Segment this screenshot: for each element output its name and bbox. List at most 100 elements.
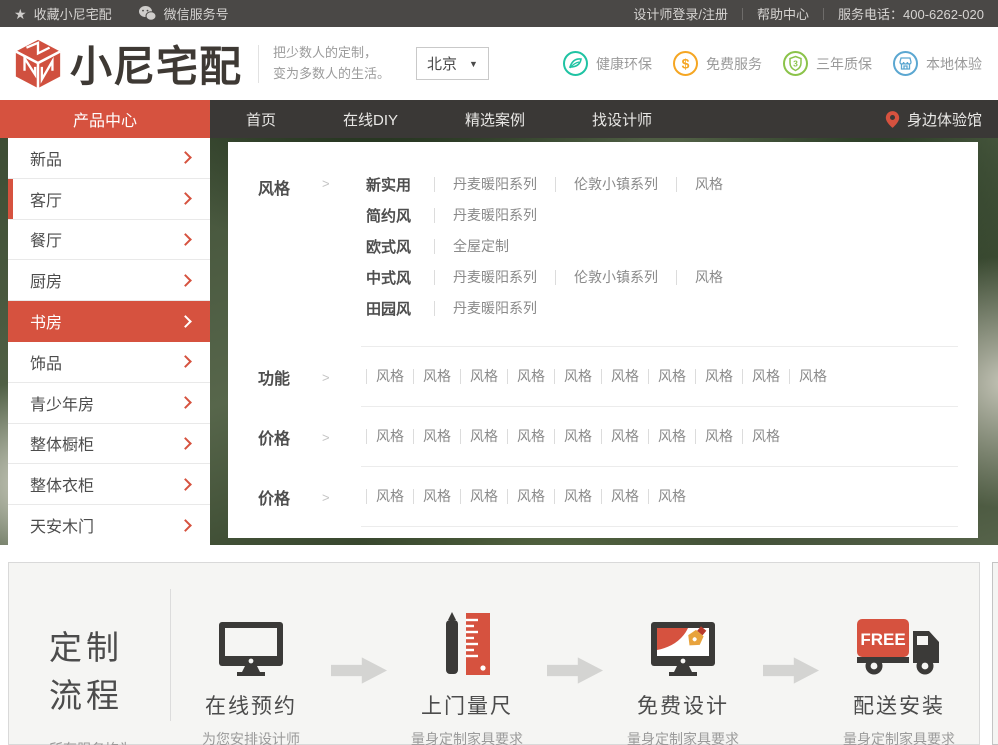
step-desc: 量身定制家具要求 [603,729,763,745]
nav-find-designer[interactable]: 找设计师 [561,100,683,138]
sidebar-item-label: 餐厅 [30,227,181,251]
wechat-link[interactable]: 微信服务号 [138,4,229,23]
filter-option[interactable]: 风格 [366,489,413,504]
filter-option[interactable]: 伦敦小镇系列 [555,270,676,285]
tagline-line2: 变为多数人的生活。 [273,64,390,84]
group-label-style: 风格 [258,174,322,329]
badge-label: 本地体验 [926,54,982,74]
topbar: ★ 收藏小尼宅配 微信服务号 设计师登录/注册 帮助中心 服务电话：400-62… [0,0,998,27]
filter-option[interactable]: 风格 [695,429,742,444]
style-sub-label[interactable]: 新实用 [366,174,434,195]
nav-online-diy[interactable]: 在线DIY [312,100,429,138]
badge-label: 三年质保 [816,54,872,74]
sidebar-item-3[interactable]: 餐厅 [8,220,210,261]
designer-login-link[interactable]: 设计师登录/注册 [633,4,728,23]
filter-option[interactable]: 风格 [413,429,460,444]
filter-option[interactable]: 风格 [507,429,554,444]
sidebar-item-label: 整体衣柜 [30,472,181,496]
style-sub-label[interactable]: 中式风 [366,267,434,288]
nav-experience-stores[interactable]: 身边体验馆 [885,100,998,138]
sidebar-menu: 新品客厅餐厅厨房书房饰品青少年房整体橱柜整体衣柜天安木门 [8,138,210,545]
sidebar-item-label: 书房 [30,309,181,333]
filter-option[interactable]: 风格 [601,489,648,504]
sidebar-item-6[interactable]: 饰品 [8,342,210,383]
sidebar-item-8[interactable]: 整体橱柜 [8,424,210,465]
style-sub-label[interactable]: 田园风 [366,298,434,319]
star-icon: ★ [14,7,27,21]
ruler-pencil-icon [441,611,493,677]
filter-option[interactable]: 风格 [695,369,742,384]
filter-options: 风格风格风格风格风格风格风格风格风格风格 [366,369,836,384]
divider [361,526,958,527]
style-row: 新实用丹麦暖阳系列伦敦小镇系列风格 [366,174,741,195]
chevron-right-icon [179,233,192,246]
style-row: 欧式风全屋定制 [366,236,741,257]
filter-option[interactable]: 风格 [554,369,601,384]
badge-local-experience: 本地体验 [892,50,982,77]
filter-group-2: 价格>风格风格风格风格风格风格风格风格风格 [258,424,978,449]
filter-option[interactable]: 风格 [507,369,554,384]
filter-option[interactable]: 全屋定制 [434,239,527,254]
help-center-link[interactable]: 帮助中心 [757,4,809,23]
nav-home[interactable]: 首页 [215,100,307,138]
logo[interactable]: 小尼宅配 [12,33,242,94]
leaf-icon [562,50,589,77]
filter-option[interactable]: 风格 [601,429,648,444]
filter-option[interactable]: 风格 [460,429,507,444]
filter-option[interactable]: 风格 [507,489,554,504]
filter-option[interactable]: 风格 [742,369,789,384]
chevron-right-icon [179,315,192,328]
style-sub-label[interactable]: 简约风 [366,205,434,226]
filter-option[interactable]: 风格 [413,489,460,504]
filter-option[interactable]: 风格 [460,489,507,504]
filter-option[interactable]: 丹麦暖阳系列 [434,301,555,316]
filter-option[interactable]: 风格 [554,429,601,444]
group-label: 价格 [258,424,322,449]
sidebar-item-2[interactable]: 客厅 [8,179,210,220]
filter-option[interactable]: 风格 [366,429,413,444]
truck-icon: FREE [855,617,943,677]
sidebar-item-label: 天安木门 [30,513,181,537]
sidebar-item-5[interactable]: 书房 [8,301,210,342]
sidebar-item-10[interactable]: 天安木门 [8,505,210,545]
filter-option[interactable]: 风格 [676,177,741,192]
divider [823,8,824,20]
sidebar-item-1[interactable]: 新品 [8,138,210,179]
filter-option[interactable]: 风格 [601,369,648,384]
nav-product-center[interactable]: 产品中心 [0,100,210,138]
city-selector[interactable]: 北京 ▼ [416,47,489,80]
style-sub-label[interactable]: 欧式风 [366,236,434,257]
filter-option[interactable]: 风格 [413,369,460,384]
process-subtitle: 所有服务均为免费！ [49,739,146,745]
badge-health: 健康环保 [562,50,652,77]
filter-option[interactable]: 风格 [366,369,413,384]
style-row: 简约风丹麦暖阳系列 [366,205,741,226]
badge-free-service: $ 免费服务 [672,50,762,77]
style-rows: 新实用丹麦暖阳系列伦敦小镇系列风格简约风丹麦暖阳系列欧式风全屋定制中式风丹麦暖阳… [366,174,741,329]
filter-options: 全屋定制 [434,239,527,254]
filter-option[interactable]: 丹麦暖阳系列 [434,208,555,223]
sidebar-item-9[interactable]: 整体衣柜 [8,464,210,505]
sidebar-item-4[interactable]: 厨房 [8,260,210,301]
process-intro: 定制流程 所有服务均为免费！ [9,563,170,745]
filter-option[interactable]: 伦敦小镇系列 [555,177,676,192]
header: 小尼宅配 把少数人的定制， 变为多数人的生活。 北京 ▼ 健康环保 $ 免费服务 [0,27,998,100]
filter-option[interactable]: 风格 [460,369,507,384]
nav-featured-cases[interactable]: 精选案例 [434,100,556,138]
sidebar-item-label: 整体橱柜 [30,431,181,455]
caret-down-icon: ▼ [469,59,478,69]
filter-option[interactable]: 丹麦暖阳系列 [434,177,555,192]
filter-option[interactable]: 风格 [742,429,789,444]
filter-options: 丹麦暖阳系列伦敦小镇系列风格 [434,270,741,285]
filter-option[interactable]: 风格 [648,369,695,384]
filter-option[interactable]: 风格 [648,489,695,504]
sidebar-item-label: 饰品 [30,350,181,374]
filter-option[interactable]: 风格 [648,429,695,444]
favorite-link[interactable]: ★ 收藏小尼宅配 [14,4,112,23]
filter-option[interactable]: 风格 [554,489,601,504]
arrow-right-icon [331,657,387,684]
filter-option[interactable]: 风格 [676,270,741,285]
filter-option[interactable]: 风格 [789,369,836,384]
sidebar-item-7[interactable]: 青少年房 [8,383,210,424]
filter-option[interactable]: 丹麦暖阳系列 [434,270,555,285]
